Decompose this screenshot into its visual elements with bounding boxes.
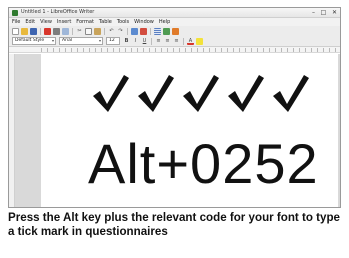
toolbar-separator [183, 37, 184, 45]
align-right-icon[interactable]: ≡ [173, 38, 180, 45]
highlight-icon[interactable] [196, 37, 203, 45]
toolbar-separator [104, 27, 105, 35]
menu-format[interactable]: Format [76, 19, 94, 25]
check-icon [273, 75, 309, 112]
chart-icon[interactable] [172, 27, 179, 35]
underline-icon[interactable]: U [141, 38, 148, 45]
align-center-icon[interactable]: ≡ [164, 38, 171, 45]
copy-icon[interactable] [85, 27, 92, 35]
check-icon [138, 75, 174, 112]
chevron-down-icon: ▾ [98, 38, 101, 43]
window-title: Untitled 1 - LibreOffice Writer [21, 9, 95, 15]
align-left-icon[interactable]: ≡ [155, 38, 162, 45]
font-name-select[interactable]: Arial ▾ [59, 37, 103, 45]
font-color-icon[interactable]: A [187, 38, 194, 45]
cut-icon[interactable]: ✂ [76, 28, 83, 35]
open-icon[interactable] [21, 27, 28, 35]
writer-window: Untitled 1 - LibreOffice Writer – □ ✕ Fi… [8, 7, 341, 208]
image-caption: Press the Alt key plus the relevant code… [8, 211, 340, 238]
undo-icon[interactable]: ↶ [108, 28, 115, 35]
minimize-button[interactable]: – [309, 9, 318, 16]
save-icon[interactable] [30, 27, 37, 35]
toolbar-separator [72, 27, 73, 35]
document-workspace: Alt+0252 [9, 54, 340, 207]
check-icon [228, 75, 264, 112]
export-pdf-icon[interactable] [44, 27, 51, 35]
paragraph-style-value: Default Style [15, 38, 45, 43]
horizontal-ruler [9, 47, 340, 53]
toolbar-separator [150, 27, 151, 35]
menu-help[interactable]: Help [159, 19, 170, 25]
toolbar-separator [151, 37, 152, 45]
vertical-ruler [9, 54, 15, 207]
redo-icon[interactable]: ↷ [117, 28, 124, 35]
toolbar-separator [40, 27, 41, 35]
print-icon[interactable] [53, 27, 60, 35]
title-bar: Untitled 1 - LibreOffice Writer – □ ✕ [9, 8, 340, 18]
font-size-value: 12 [109, 38, 115, 43]
image-icon[interactable] [163, 27, 170, 35]
menu-tools[interactable]: Tools [117, 19, 129, 25]
font-size-select[interactable]: 12 [106, 37, 120, 45]
check-icon [93, 75, 129, 112]
font-name-value: Arial [62, 38, 73, 43]
writer-app-icon [12, 10, 18, 16]
alt-code-text: Alt+0252 [88, 132, 319, 195]
toolbar-separator [127, 27, 128, 35]
chevron-down-icon: ▾ [51, 38, 54, 43]
formatting-toolbar: Default Style ▾ Arial ▾ 12 B I U ≡ ≡ ≡ A [9, 36, 340, 47]
bold-icon[interactable]: B [123, 38, 130, 45]
table-icon[interactable] [154, 27, 161, 35]
maximize-button[interactable]: □ [319, 9, 328, 16]
spellcheck-icon[interactable] [140, 27, 147, 35]
menu-window[interactable]: Window [134, 19, 154, 25]
menu-file[interactable]: File [12, 19, 20, 25]
menu-edit[interactable]: Edit [25, 19, 35, 25]
menu-table[interactable]: Table [99, 19, 112, 25]
paste-icon[interactable] [94, 27, 101, 35]
italic-icon[interactable]: I [132, 38, 139, 45]
find-icon[interactable] [131, 27, 138, 35]
document-page[interactable]: Alt+0252 [41, 54, 338, 207]
close-button[interactable]: ✕ [330, 9, 339, 16]
standard-toolbar: ✂ ↶ ↷ [9, 26, 340, 36]
menu-insert[interactable]: Insert [57, 19, 71, 25]
menu-view[interactable]: View [40, 19, 52, 25]
check-icon [183, 75, 219, 112]
print-preview-icon[interactable] [62, 27, 69, 35]
new-icon[interactable] [12, 27, 19, 35]
menu-bar: File Edit View Insert Format Table Tools… [9, 18, 340, 26]
checkmark-row [91, 74, 311, 114]
ruler-ticks [41, 48, 336, 52]
paragraph-style-select[interactable]: Default Style ▾ [12, 37, 56, 45]
